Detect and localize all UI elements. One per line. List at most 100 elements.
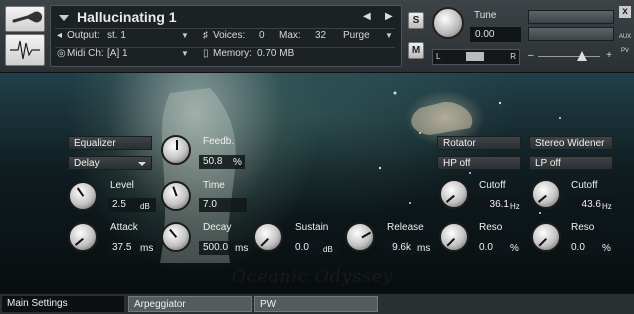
- lp-filter-button[interactable]: LP off: [529, 156, 613, 170]
- knob-pointer: [361, 231, 372, 239]
- lp-reso-unit: %: [602, 243, 611, 254]
- level-knob[interactable]: [68, 181, 98, 211]
- pan-right-label: R: [510, 52, 516, 61]
- knob-pointer: [172, 186, 178, 197]
- decay-unit: ms: [235, 243, 249, 254]
- knob-pointer: [445, 194, 455, 203]
- delay-label: Delay: [74, 158, 100, 169]
- time-value[interactable]: 7.0: [199, 198, 247, 212]
- output-label: Output:: [67, 30, 100, 41]
- knob-pointer: [74, 237, 84, 246]
- rotator-button[interactable]: Rotator: [437, 136, 521, 150]
- tab-arpeggiator[interactable]: Arpeggiator: [128, 296, 252, 312]
- feedback-unit: %: [233, 157, 242, 168]
- waveform-button[interactable]: [5, 34, 45, 66]
- instrument-info-panel: Hallucinating 1 ◀ ▶ ◂ Output: st. 1 ▼ ♯ …: [50, 5, 402, 67]
- attack-label: Attack: [110, 222, 138, 233]
- pan-slider[interactable]: L R: [432, 49, 520, 65]
- collapse-triangle-icon[interactable]: [59, 15, 69, 22]
- voices-label: Voices:: [213, 30, 246, 41]
- lp-cutoff-label: Cutoff: [571, 180, 598, 191]
- midi-icon: ◎: [57, 48, 66, 59]
- wrench-icon: [12, 11, 43, 23]
- time-label: Time: [203, 180, 225, 191]
- lp-cutoff-knob[interactable]: [531, 179, 561, 209]
- wrench-button[interactable]: [5, 6, 45, 32]
- instrument-name[interactable]: Hallucinating 1: [59, 9, 177, 25]
- delay-select[interactable]: Delay: [68, 156, 152, 170]
- midi-row: ◎ Midi Ch: [A] 1 ▼ ▯ Memory: 0.70 MB: [51, 48, 401, 64]
- level-meter-right: [528, 27, 614, 41]
- feedback-knob[interactable]: [161, 135, 191, 165]
- midi-dropdown-icon[interactable]: ▼: [181, 49, 189, 58]
- memory-value: 0.70 MB: [257, 48, 295, 59]
- memory-icon: ▯: [203, 48, 209, 59]
- volume-slider[interactable]: – +: [528, 50, 612, 62]
- output-row: ◂ Output: st. 1 ▼ ♯ Voices: 0 Max: 32 Pu…: [51, 30, 401, 46]
- attack-knob[interactable]: [68, 222, 98, 252]
- release-unit: ms: [417, 243, 431, 254]
- instrument-artwork: Equalizer Delay Feedb. 50.8 % Level 2.5 …: [0, 73, 634, 294]
- mute-button[interactable]: M: [408, 42, 424, 59]
- row-divider: [55, 28, 395, 29]
- decay-knob[interactable]: [161, 222, 191, 252]
- knob-pointer: [446, 238, 455, 247]
- tune-knob[interactable]: [432, 7, 464, 39]
- equalizer-button[interactable]: Equalizer: [68, 136, 152, 150]
- knob-pointer: [76, 187, 85, 197]
- hp-cutoff-knob[interactable]: [439, 179, 469, 209]
- previous-instrument-icon[interactable]: ◀: [363, 11, 371, 22]
- output-dropdown-icon[interactable]: ▼: [181, 31, 189, 40]
- sustain-unit: dB: [323, 245, 333, 254]
- instrument-name-text: Hallucinating 1: [77, 9, 177, 25]
- hp-reso-label: Reso: [479, 222, 503, 233]
- knob-pointer: [260, 238, 269, 247]
- pan-left-label: L: [436, 52, 441, 61]
- stereo-widener-button[interactable]: Stereo Widener: [529, 136, 613, 150]
- volume-thumb[interactable]: [577, 51, 587, 61]
- level-label: Level: [110, 180, 134, 191]
- sustain-label: Sustain: [295, 222, 329, 233]
- aux-button[interactable]: AUX: [617, 34, 633, 40]
- knob-pointer: [169, 228, 178, 238]
- artwork-title: Oceanic Odyssey: [232, 267, 394, 287]
- hp-cutoff-label: Cutoff: [479, 180, 506, 191]
- pan-thumb[interactable]: [466, 52, 484, 61]
- output-speaker-icon: ◂: [57, 30, 63, 41]
- midi-channel-select[interactable]: [A] 1: [107, 48, 128, 59]
- waveform-icon: [10, 40, 40, 60]
- midi-label: Midi Ch:: [67, 48, 104, 59]
- lp-reso-label: Reso: [571, 222, 595, 233]
- attack-unit: ms: [140, 243, 154, 254]
- lp-reso-knob[interactable]: [531, 222, 561, 252]
- feedback-label: Feedb.: [203, 136, 235, 147]
- tune-label: Tune: [474, 10, 497, 21]
- tune-value[interactable]: 0.00: [470, 27, 521, 42]
- output-value: st. 1: [107, 30, 126, 41]
- knob-pointer: [176, 140, 178, 150]
- instrument-header: Hallucinating 1 ◀ ▶ ◂ Output: st. 1 ▼ ♯ …: [0, 0, 634, 73]
- decay-label: Decay: [203, 222, 232, 233]
- pv-button[interactable]: PV: [617, 48, 633, 54]
- hp-cutoff-unit: Hz: [510, 202, 520, 211]
- purge-menu[interactable]: Purge: [343, 30, 370, 41]
- knob-pointer: [538, 238, 547, 247]
- close-button[interactable]: x: [619, 6, 631, 18]
- release-knob[interactable]: [345, 222, 375, 252]
- level-meter-left: [528, 10, 614, 24]
- tab-pw[interactable]: PW: [254, 296, 378, 312]
- max-label: Max:: [279, 30, 301, 41]
- hp-filter-button[interactable]: HP off: [437, 156, 521, 170]
- hp-reso-unit: %: [510, 243, 519, 254]
- max-voices-value[interactable]: 32: [315, 30, 326, 41]
- sustain-knob[interactable]: [253, 222, 283, 252]
- hp-reso-knob[interactable]: [439, 222, 469, 252]
- purge-dropdown-icon[interactable]: ▼: [385, 31, 393, 40]
- volume-plus-icon: +: [606, 50, 612, 61]
- memory-label: Memory:: [213, 48, 252, 59]
- next-instrument-icon[interactable]: ▶: [385, 11, 393, 22]
- tab-main-settings[interactable]: Main Settings: [2, 296, 124, 312]
- solo-button[interactable]: S: [408, 12, 424, 29]
- kontakt-instrument: Hallucinating 1 ◀ ▶ ◂ Output: st. 1 ▼ ♯ …: [0, 0, 634, 314]
- time-knob[interactable]: [161, 181, 191, 211]
